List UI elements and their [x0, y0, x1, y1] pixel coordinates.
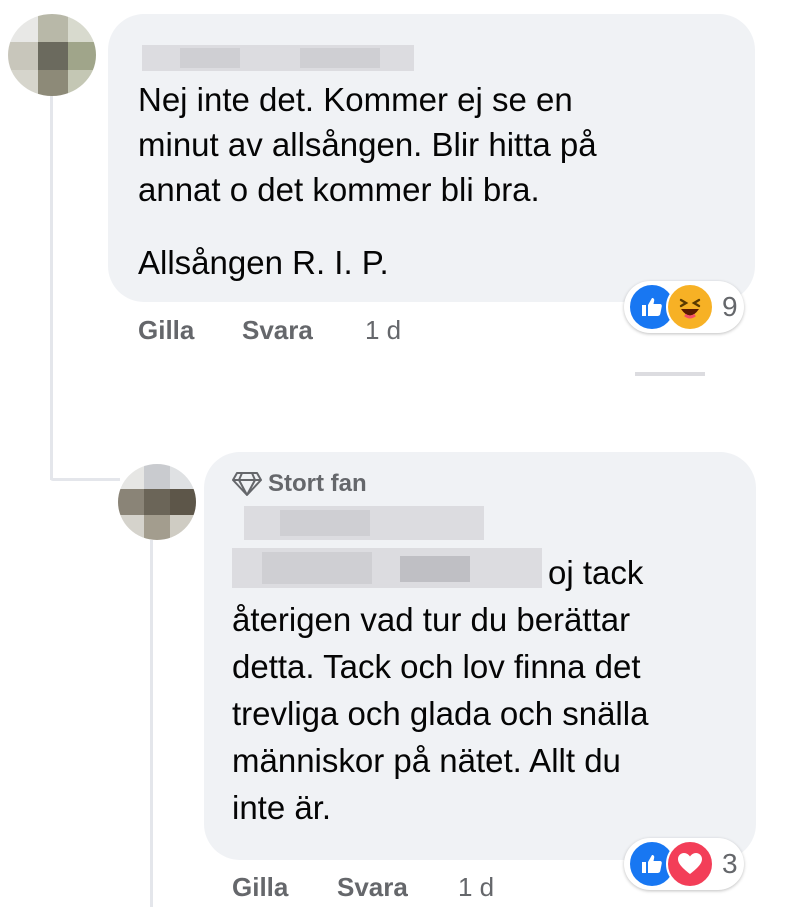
blurred-mention-segment: [262, 552, 372, 584]
blurred-author-name-segment: [180, 48, 240, 68]
reaction-summary[interactable]: 9: [624, 281, 744, 333]
haha-icon: [666, 283, 714, 331]
comment-text-line: annat o det kommer bli bra.: [138, 171, 540, 208]
avatar[interactable]: [8, 14, 96, 96]
avatar-pixel: [170, 515, 196, 540]
blurred-artifact: [635, 372, 705, 376]
avatar-pixel: [68, 14, 96, 42]
reply-text-line: inte är.: [232, 789, 332, 826]
love-icon: [666, 840, 714, 888]
reply-text-line: trevliga och glada och snälla: [232, 695, 649, 732]
avatar-pixel: [144, 464, 170, 489]
reply-text-line: människor på nätet. Allt du: [232, 742, 621, 779]
avatar-pixel: [144, 489, 170, 515]
badge-label: Stort fan: [268, 470, 367, 497]
comment-text-line: Allsången R. I. P.: [138, 244, 389, 281]
thread-line-elbow: [50, 478, 120, 481]
avatar-pixel: [8, 70, 38, 96]
reply-avatar[interactable]: [118, 464, 196, 540]
reply-text-line: återigen vad tur du berättar: [232, 601, 631, 638]
avatar-pixel: [170, 464, 196, 489]
comment-timestamp[interactable]: 1 d: [365, 315, 401, 346]
avatar-pixel: [8, 42, 38, 70]
like-button[interactable]: Gilla: [138, 315, 194, 346]
badge[interactable]: Stort fan: [232, 470, 367, 498]
reply-thread-line: [150, 540, 153, 907]
blurred-author-name-segment: [300, 48, 380, 68]
reaction-count: 9: [722, 291, 738, 322]
reply-timestamp[interactable]: 1 d: [458, 872, 494, 903]
avatar-pixel: [38, 70, 68, 96]
reply-button[interactable]: Svara: [337, 872, 408, 903]
avatar-pixel: [118, 515, 144, 540]
reply-text-line: detta. Tack och lov finna det: [232, 648, 641, 685]
reaction-summary[interactable]: 3: [624, 838, 744, 890]
avatar-pixel: [8, 14, 38, 42]
reaction-count: 3: [722, 848, 738, 879]
like-button[interactable]: Gilla: [232, 872, 288, 903]
reply-text-line: oj tack: [548, 554, 644, 591]
blurred-author-name-segment: [280, 510, 370, 536]
avatar-pixel: [68, 42, 96, 70]
thread-line-vertical: [50, 95, 53, 480]
avatar-pixel: [38, 42, 68, 70]
avatar-pixel: [38, 14, 68, 42]
blurred-mention-segment: [400, 556, 470, 582]
avatar-pixel: [144, 515, 170, 540]
comment-text-line: Nej inte det. Kommer ej se en: [138, 81, 573, 118]
reply-button[interactable]: Svara: [242, 315, 313, 346]
avatar-pixel: [118, 464, 144, 489]
comment-text-line: minut av allsången. Blir hitta på: [138, 126, 597, 163]
avatar-pixel: [170, 489, 196, 515]
diamond-icon: [232, 471, 262, 497]
avatar-pixel: [68, 70, 96, 96]
avatar-pixel: [118, 489, 144, 515]
